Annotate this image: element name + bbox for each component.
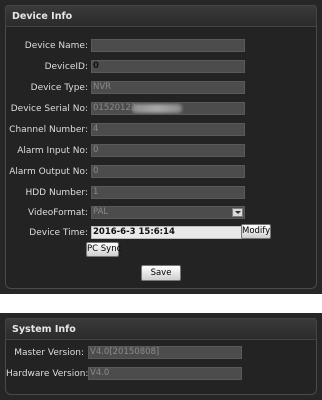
channel-number-row: Channel Number: 4 — [6, 123, 316, 137]
video-format-value: PAL — [93, 207, 109, 217]
device-name-label: Device Name: — [24, 41, 88, 51]
system-info-panel: System Info Master Version: V4.0[2015080… — [0, 313, 322, 400]
alarm-input-field: 0 — [91, 144, 245, 157]
master-version-field: V4.0[20150808] — [88, 346, 242, 359]
hardware-version-field: V4.0 — [88, 367, 242, 380]
device-serial-label: Device Serial No: — [10, 104, 88, 114]
chevron-down-icon[interactable] — [232, 208, 243, 217]
channel-number-field: 4 — [91, 123, 245, 136]
pc-sync-button[interactable]: PC Sync — [86, 242, 121, 257]
video-format-label: VideoFormat: — [28, 208, 88, 218]
device-time-label: Device Time: — [29, 228, 88, 238]
device-name-row: Device Name: — [6, 39, 316, 53]
hdd-number-field: 1 — [91, 186, 245, 199]
save-button[interactable]: Save — [141, 265, 181, 281]
device-time-field[interactable]: 2016-6-3 15:6:14 — [91, 226, 245, 239]
alarm-output-field: 0 — [91, 165, 245, 178]
alarm-output-row: Alarm Output No: 0 — [6, 165, 316, 179]
system-info-title: System Info — [5, 318, 317, 340]
hdd-number-label: HDD Number: — [25, 188, 88, 198]
hardware-version-row: Hardware Version: V4.0 — [6, 367, 316, 381]
master-version-label: Master Version: — [14, 348, 84, 358]
video-format-select[interactable]: PAL — [91, 206, 245, 219]
master-version-row: Master Version: V4.0[20150808] — [6, 346, 316, 360]
device-type-row: Device Type: NVR — [6, 81, 316, 95]
channel-number-label: Channel Number: — [9, 125, 88, 135]
device-info-body: Device Name: DeviceID: 0 Device Type: NV… — [5, 27, 317, 289]
device-serial-field: 01520123c — [91, 102, 245, 115]
device-info-panel: Device Info Device Name: DeviceID: 0 Dev… — [0, 0, 322, 294]
alarm-input-row: Alarm Input No: 0 — [6, 144, 316, 158]
device-type-field: NVR — [91, 81, 245, 94]
modify-button[interactable]: Modify — [241, 224, 271, 239]
device-id-field[interactable]: 0 — [91, 60, 245, 73]
hardware-version-label: Hardware Version: — [6, 369, 89, 379]
serial-redaction-blur — [132, 104, 182, 113]
device-type-label: Device Type: — [30, 83, 88, 93]
device-name-field[interactable] — [91, 39, 245, 52]
device-info-title: Device Info — [5, 5, 317, 27]
system-info-body: Master Version: V4.0[20150808] Hardware … — [5, 340, 317, 395]
alarm-input-label: Alarm Input No: — [17, 146, 88, 156]
device-serial-row: Device Serial No: 01520123c — [6, 102, 316, 116]
alarm-output-label: Alarm Output No: — [9, 167, 88, 177]
hdd-number-row: HDD Number: 1 — [6, 186, 316, 200]
video-format-row: VideoFormat: PAL — [6, 206, 316, 220]
device-id-row: DeviceID: 0 — [6, 60, 316, 74]
device-id-label: DeviceID: — [44, 62, 88, 72]
